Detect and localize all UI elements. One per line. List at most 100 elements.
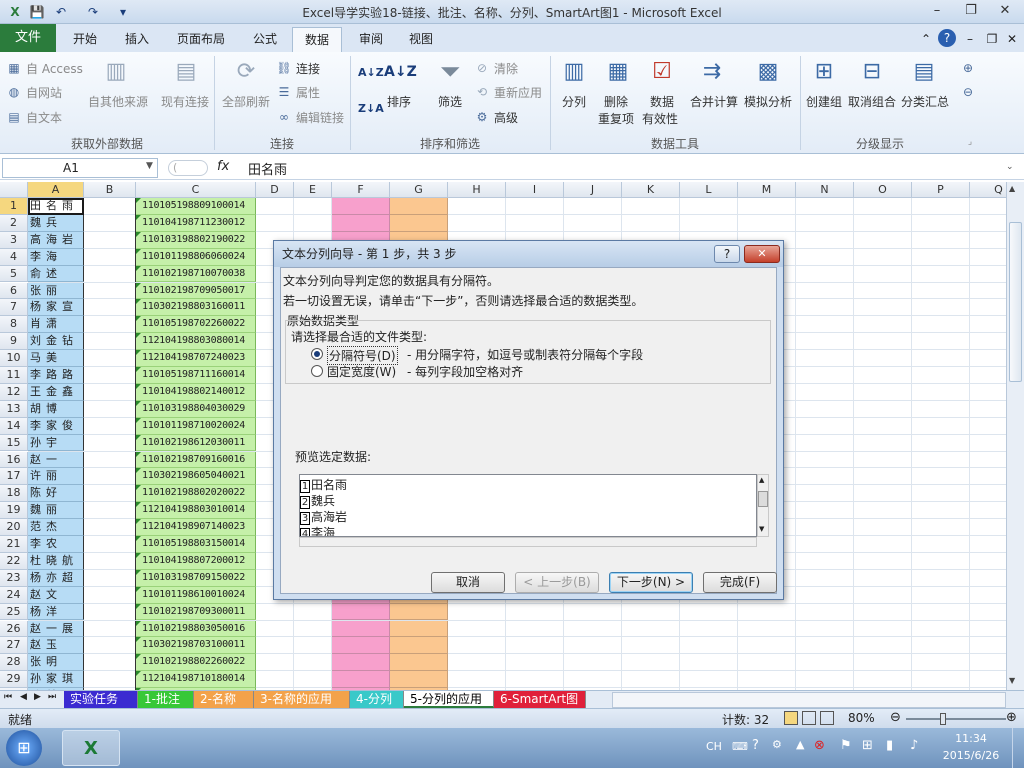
volume-icon[interactable]: ♪ xyxy=(910,738,918,753)
from-other-sources-button[interactable]: 自其他来源 xyxy=(88,93,148,110)
formula-buttons[interactable]: ( xyxy=(168,160,208,176)
row-header[interactable]: 14 xyxy=(0,417,28,435)
cell-g[interactable] xyxy=(390,671,448,689)
cell-b[interactable] xyxy=(84,569,136,587)
cell-name[interactable]: 李海 xyxy=(28,248,84,266)
row-header[interactable]: 4 xyxy=(0,248,28,266)
row-header[interactable]: 3 xyxy=(0,231,28,249)
cell-id[interactable]: 110102198709160016 xyxy=(136,451,256,469)
cell-b[interactable] xyxy=(84,417,136,435)
next-button[interactable]: 下一步(N) > xyxy=(609,572,693,593)
row-header[interactable]: 6 xyxy=(0,282,28,300)
cell-f[interactable] xyxy=(332,214,390,232)
cell-b[interactable] xyxy=(84,299,136,317)
cell-id[interactable]: 110102198802020022 xyxy=(136,485,256,503)
cell-id[interactable]: 110103198802190022 xyxy=(136,231,256,249)
from-text-button[interactable]: 自文本 xyxy=(26,109,62,126)
cell-name[interactable]: 魏丽 xyxy=(28,502,84,520)
cell-b[interactable] xyxy=(84,502,136,520)
cell-b[interactable] xyxy=(84,451,136,469)
refresh-all-button[interactable]: 全部刷新 xyxy=(222,93,270,110)
sort-descending-button[interactable]: Z↓A xyxy=(358,102,384,115)
row-header[interactable]: 22 xyxy=(0,552,28,570)
tab-formulas[interactable]: 公式 xyxy=(242,27,288,52)
cell-id[interactable]: 110102198612030011 xyxy=(136,434,256,452)
workbook-close-icon[interactable]: ✕ xyxy=(1004,27,1020,52)
cell-name[interactable]: 张明 xyxy=(28,654,84,672)
cell-b[interactable] xyxy=(84,265,136,283)
cell-f[interactable] xyxy=(332,671,390,689)
cell-f[interactable] xyxy=(332,620,390,638)
tab-file[interactable]: 文件 xyxy=(0,24,56,52)
cell-g[interactable] xyxy=(390,654,448,672)
cell-name[interactable]: 李路路 xyxy=(28,367,84,384)
scroll-up-icon[interactable]: ▲ xyxy=(1009,184,1015,193)
cell-id[interactable]: 112104198710180014 xyxy=(136,671,256,689)
cell-id[interactable]: 110302198605040021 xyxy=(136,468,256,486)
cell-name[interactable]: 陈好 xyxy=(28,485,84,503)
cell-b[interactable] xyxy=(84,519,136,536)
page-break-view-icon[interactable] xyxy=(820,711,834,725)
preview-box[interactable]: 1 田名雨 2 魏兵 3 高海岩 4 李海 xyxy=(299,474,757,537)
cell-name[interactable]: 李家俊 xyxy=(28,417,84,435)
cell-name[interactable]: 赵一展 xyxy=(28,620,84,638)
cell-b[interactable] xyxy=(84,333,136,351)
text-to-columns-button[interactable]: 分列 xyxy=(562,93,586,110)
properties-button[interactable]: 属性 xyxy=(296,84,320,101)
finish-button[interactable]: 完成(F) xyxy=(703,572,777,593)
cell-f[interactable] xyxy=(332,198,390,215)
cell-name[interactable]: 杨家宣 xyxy=(28,299,84,317)
cell-name[interactable]: 胡博 xyxy=(28,400,84,418)
column-header[interactable]: K xyxy=(622,182,680,198)
cell-b[interactable] xyxy=(84,316,136,334)
sheet-tab[interactable]: 4-分列 xyxy=(350,691,404,708)
column-header[interactable]: O xyxy=(854,182,912,198)
remove-duplicates-button[interactable]: 删除 xyxy=(604,93,628,110)
cell-g[interactable] xyxy=(390,637,448,655)
preview-vertical-scrollbar[interactable]: ▲ ▼ xyxy=(757,474,769,537)
cell-id[interactable]: 110302198803160011 xyxy=(136,299,256,317)
cell-b[interactable] xyxy=(84,400,136,418)
cell-f[interactable] xyxy=(332,637,390,655)
cell-b[interactable] xyxy=(84,282,136,300)
cell-name[interactable]: 杨亦超 xyxy=(28,569,84,587)
minimize-button[interactable]: – xyxy=(922,2,952,20)
edit-links-button[interactable]: 编辑链接 xyxy=(296,109,344,126)
sheet-tab[interactable]: 实验任务 xyxy=(64,691,138,708)
cell-b[interactable] xyxy=(84,383,136,401)
help-tray-icon[interactable]: ? xyxy=(752,738,759,753)
ungroup-button[interactable]: 取消组合 xyxy=(848,93,896,110)
page-layout-view-icon[interactable] xyxy=(802,711,816,725)
cell-id[interactable]: 110105198702260022 xyxy=(136,316,256,334)
cell-id[interactable]: 110105198711160014 xyxy=(136,367,256,384)
cell-b[interactable] xyxy=(84,485,136,503)
cell-name[interactable]: 赵一 xyxy=(28,451,84,469)
normal-view-icon[interactable] xyxy=(784,711,798,725)
cell-id[interactable]: 110103198804030029 xyxy=(136,400,256,418)
help-icon[interactable]: ? xyxy=(938,29,956,47)
row-header[interactable]: 17 xyxy=(0,468,28,486)
security-icon[interactable]: ⊗ xyxy=(814,738,825,753)
filter-button[interactable]: 筛选 xyxy=(438,93,462,110)
group-button[interactable]: 创建组 xyxy=(806,93,842,110)
delimited-radio[interactable] xyxy=(311,348,323,360)
from-web-button[interactable]: 自网站 xyxy=(26,84,62,101)
fixed-width-radio[interactable] xyxy=(311,365,323,377)
row-header[interactable]: 24 xyxy=(0,586,28,604)
zoom-slider-thumb[interactable] xyxy=(940,713,946,725)
column-header[interactable]: F xyxy=(332,182,390,198)
cell-b[interactable] xyxy=(84,603,136,621)
subtotal-button[interactable]: 分类汇总 xyxy=(901,93,949,110)
first-sheet-icon[interactable]: ⏮ xyxy=(4,692,12,702)
row-header[interactable]: 10 xyxy=(0,350,28,367)
sort-ascending-button[interactable]: A↓Z xyxy=(358,66,384,79)
name-box[interactable]: A1 xyxy=(2,158,158,178)
excel-taskbar-icon[interactable]: X xyxy=(62,730,120,766)
scroll-thumb[interactable] xyxy=(1009,222,1022,382)
consolidate-button[interactable]: 合并计算 xyxy=(690,93,738,110)
sheet-tab[interactable]: 3-名称的应用 xyxy=(254,691,350,708)
row-header[interactable]: 1 xyxy=(0,198,28,215)
zoom-in-icon[interactable]: ⊕ xyxy=(1006,710,1017,725)
sheet-tab[interactable]: 2-名称 xyxy=(194,691,254,708)
show-detail-icon[interactable]: ⊕ xyxy=(960,60,976,76)
